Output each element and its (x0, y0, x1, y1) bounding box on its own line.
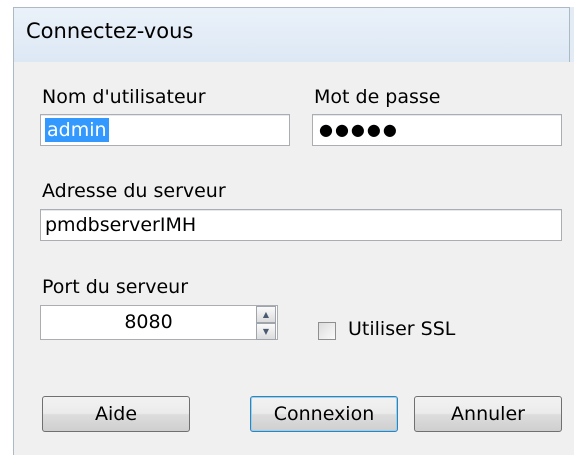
password-input[interactable]: ●●●●● (312, 114, 562, 146)
dialog-title: Connectez-vous (26, 19, 194, 43)
cancel-button[interactable]: Annuler (414, 396, 562, 432)
ssl-checkbox[interactable] (318, 322, 336, 340)
ssl-label[interactable]: Utiliser SSL (348, 318, 455, 340)
help-button[interactable]: Aide (42, 396, 190, 432)
server-port-label: Port du serveur (42, 276, 189, 298)
password-label: Mot de passe (314, 86, 441, 108)
username-input[interactable]: admin (40, 114, 290, 146)
spin-up-button[interactable]: ▲ (256, 306, 276, 323)
server-address-value: pmdbserverIMH (45, 214, 197, 236)
server-port-value: 8080 (124, 311, 173, 333)
password-value: ●●●●● (319, 120, 399, 139)
username-value: admin (45, 118, 109, 142)
username-label: Nom d'utilisateur (42, 86, 206, 108)
title-bar: Connectez-vous (13, 7, 574, 62)
server-address-label: Adresse du serveur (42, 180, 226, 202)
connect-button[interactable]: Connexion (250, 396, 398, 432)
server-address-input[interactable]: pmdbserverIMH (40, 209, 562, 241)
chevron-down-icon: ▼ (262, 327, 270, 336)
spin-down-button[interactable]: ▼ (256, 323, 276, 340)
server-port-stepper[interactable]: 8080 (40, 305, 278, 340)
chevron-up-icon: ▲ (262, 310, 270, 319)
